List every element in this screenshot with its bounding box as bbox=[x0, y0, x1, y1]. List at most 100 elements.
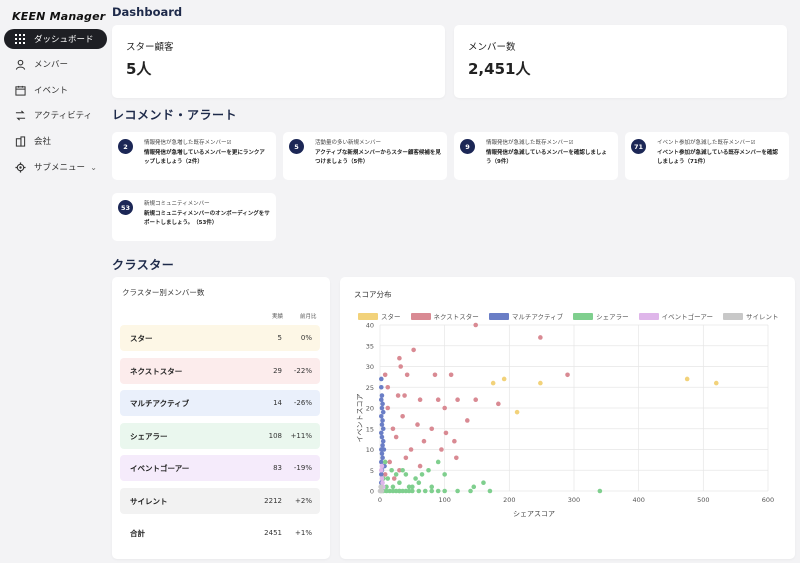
data-point bbox=[393, 434, 399, 440]
data-point bbox=[429, 488, 435, 494]
cluster-section-title: クラスター bbox=[112, 258, 175, 272]
data-point bbox=[379, 434, 385, 440]
data-point bbox=[380, 443, 385, 448]
data-point bbox=[435, 459, 441, 465]
score-distribution-card: スコア分布 スター ネクストスター マルチアクティブ シェアラー イベントゴーアー サイレ… bbox=[340, 277, 795, 559]
cluster-name: マルチアクティブ bbox=[130, 399, 190, 408]
data-point bbox=[391, 476, 397, 481]
data-point bbox=[713, 380, 719, 386]
activity-icon bbox=[14, 109, 26, 121]
data-point bbox=[397, 480, 402, 485]
cluster-table-card: クラスター別メンバー数 実績 前月比 スター 5 0% ネクストスター 29 -22% マル… bbox=[112, 277, 330, 559]
data-point bbox=[390, 484, 396, 490]
recommend-card[interactable]: 53 新規コミュニティメンバー 新規コミュニティメンバーのオンボーディングをサポ… bbox=[112, 193, 276, 241]
data-point bbox=[454, 455, 459, 461]
sidebar: KEEN Manager ダッシュボード メンバー イベント アクティビティ 会… bbox=[0, 0, 112, 563]
recommend-title: イベント参加が急減した既存メンバー☑ bbox=[657, 140, 756, 146]
data-point bbox=[378, 430, 384, 436]
data-point bbox=[422, 488, 428, 494]
data-point bbox=[468, 488, 473, 494]
recommend-card[interactable]: 2 情報発信が急増した既存メンバー☑ 情報発信が急増しているメンバーを更にランク… bbox=[112, 132, 276, 180]
data-point bbox=[380, 426, 386, 432]
sidebar-item-company[interactable]: 会社 bbox=[4, 131, 107, 151]
recommend-title: 情報発信が急増した既存メンバー☑ bbox=[144, 140, 232, 146]
data-point bbox=[403, 472, 409, 477]
data-point bbox=[393, 472, 399, 477]
recommend-section-title: レコメンド・アラート bbox=[112, 108, 238, 122]
data-point bbox=[403, 455, 409, 461]
kpi-value: 2,451人 bbox=[468, 60, 531, 78]
table-row: シェアラー 108 +11% bbox=[120, 422, 320, 449]
recommend-card[interactable]: 9 情報発信が急減した既存メンバー☑ 情報発信が急減しているメンバーを確認しまし… bbox=[454, 132, 618, 180]
cluster-prev-change: -19% bbox=[293, 464, 312, 472]
cluster-actual: 2451 bbox=[264, 529, 282, 537]
sidebar-item-label: イベント bbox=[34, 86, 69, 96]
data-point bbox=[400, 414, 405, 419]
data-point bbox=[442, 405, 447, 411]
recommend-body: イベント参加が急減している既存メンバーを確認しましょう（71件） bbox=[657, 150, 778, 165]
data-point bbox=[417, 463, 423, 469]
kpi-card-member-count: メンバー数 2,451人 bbox=[454, 25, 787, 98]
main-content: Dashboard スター顧客 5人 メンバー数 2,451人 レコメンド・アラ… bbox=[112, 0, 800, 563]
recommend-card[interactable]: 5 活動量の多い新規メンバー アクティブな新規メンバーからスター顧客候補を見つけ… bbox=[283, 132, 447, 180]
x-tick-label: 500 bbox=[697, 496, 709, 504]
data-point bbox=[443, 430, 449, 436]
cluster-actual: 108 bbox=[268, 431, 282, 440]
data-point bbox=[538, 335, 543, 340]
cluster-name: サイレント bbox=[130, 496, 168, 506]
table-row: ネクストスター 29 -22% bbox=[120, 357, 320, 384]
cluster-actual: 83 bbox=[273, 464, 282, 472]
cluster-name: スター bbox=[130, 334, 153, 343]
data-point bbox=[378, 467, 384, 473]
column-header-actual: 実績 bbox=[272, 314, 284, 320]
data-point bbox=[380, 401, 385, 407]
recommend-card[interactable]: 71 イベント参加が急減した既存メンバー☑ イベント参加が急減している既存メンバ… bbox=[625, 132, 789, 180]
recommend-body: 情報発信が急増しているメンバーを更にランクアップしましょう（2件） bbox=[144, 150, 265, 165]
y-tick-label: 5 bbox=[370, 467, 374, 475]
data-point bbox=[439, 447, 444, 452]
data-point bbox=[429, 426, 435, 432]
sidebar-item-events[interactable]: イベント bbox=[4, 80, 107, 100]
recommend-body: アクティブな新規メンバーからスター顧客候補を見つけましょう（5件） bbox=[315, 150, 441, 165]
grid-icon bbox=[14, 33, 26, 45]
data-point bbox=[379, 393, 385, 398]
data-point bbox=[389, 467, 394, 473]
gear-icon bbox=[14, 161, 26, 173]
data-point bbox=[411, 347, 416, 353]
sidebar-item-activity[interactable]: アクティビティ bbox=[4, 105, 107, 125]
data-point bbox=[442, 472, 447, 477]
y-tick-label: 25 bbox=[366, 384, 374, 392]
data-point bbox=[432, 372, 438, 378]
calendar-icon bbox=[14, 84, 26, 96]
x-tick-label: 200 bbox=[503, 496, 515, 504]
data-point bbox=[471, 484, 477, 490]
sidebar-item-submenu[interactable]: サブメニュー ⌄ bbox=[4, 157, 107, 177]
column-header-prev: 前月比 bbox=[300, 314, 317, 320]
data-point bbox=[379, 422, 385, 427]
y-tick-label: 40 bbox=[366, 322, 374, 330]
count-badge: 9 bbox=[460, 139, 475, 154]
data-point bbox=[455, 397, 460, 402]
page-title: Dashboard bbox=[112, 5, 183, 19]
sidebar-item-dashboard[interactable]: ダッシュボード bbox=[4, 29, 107, 49]
scatter-plot: 05101520253035400 100 200 300 400 500 600シェアスコ… bbox=[356, 322, 774, 519]
cluster-prev-change: +11% bbox=[290, 431, 312, 440]
data-point bbox=[419, 472, 425, 477]
data-point bbox=[397, 355, 402, 361]
sidebar-item-members[interactable]: メンバー bbox=[4, 54, 107, 74]
kpi-value: 5人 bbox=[126, 60, 152, 78]
data-point bbox=[452, 438, 457, 444]
data-point bbox=[416, 480, 422, 485]
data-point bbox=[381, 447, 387, 452]
x-tick-label: 400 bbox=[632, 496, 644, 504]
data-point bbox=[390, 426, 396, 432]
data-point bbox=[387, 459, 392, 465]
data-point bbox=[455, 488, 460, 494]
x-tick-label: 300 bbox=[568, 496, 580, 504]
data-point bbox=[514, 409, 520, 415]
data-point bbox=[382, 372, 388, 378]
cluster-prev-change: 0% bbox=[300, 334, 312, 342]
data-point bbox=[378, 414, 384, 419]
data-point bbox=[400, 467, 405, 473]
data-point bbox=[385, 476, 391, 481]
